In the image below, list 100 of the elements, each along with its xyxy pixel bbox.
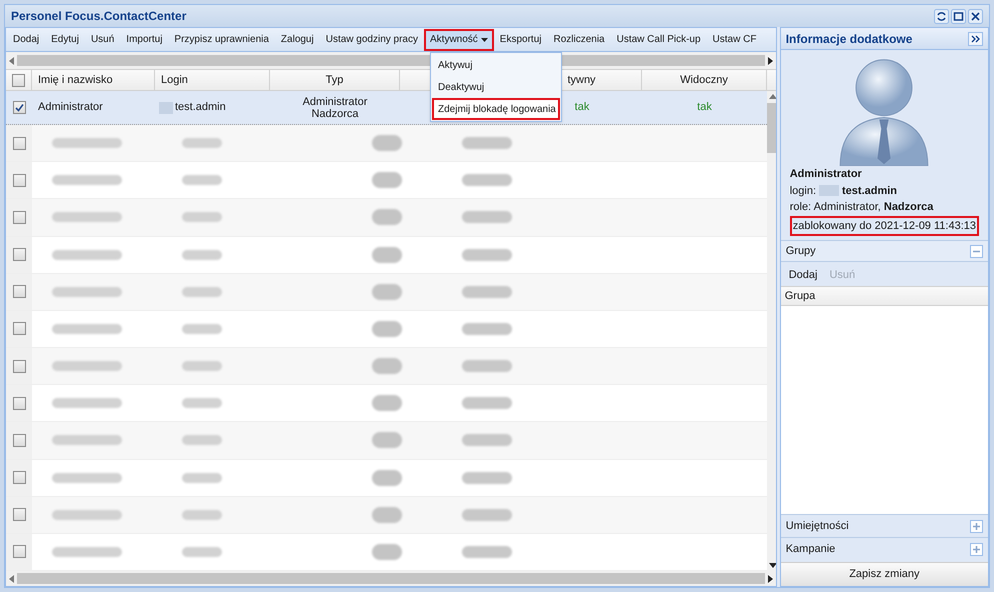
blurred-block (52, 398, 122, 408)
checkbox[interactable] (12, 360, 26, 373)
checkbox[interactable] (12, 285, 26, 298)
section-title: Kampanie (786, 542, 836, 557)
column-header[interactable]: Imię i nazwisko (38, 72, 113, 88)
scrollbar-thumb[interactable] (767, 103, 776, 153)
checkbox[interactable] (12, 471, 26, 484)
horizontal-scrollbar[interactable] (6, 571, 776, 586)
blurred-row[interactable] (6, 199, 767, 237)
toolbar-button[interactable]: Eksportuj (494, 28, 548, 50)
scrollbar-thumb[interactable] (17, 573, 765, 584)
column-header[interactable]: tywny (567, 72, 596, 88)
checkbox[interactable] (12, 508, 26, 522)
checkbox[interactable] (12, 101, 26, 114)
blurred-block (462, 472, 512, 484)
scroll-right-icon[interactable] (768, 56, 773, 64)
checkbox[interactable] (12, 545, 26, 558)
scroll-left-icon[interactable] (9, 574, 14, 582)
vertical-scrollbar[interactable] (767, 91, 776, 571)
checkbox[interactable] (12, 396, 26, 410)
blurred-row[interactable] (6, 460, 767, 497)
toggle-button[interactable] (970, 520, 983, 532)
blurred-block (372, 432, 402, 448)
scroll-right-icon[interactable] (768, 574, 773, 582)
toggle-button[interactable] (970, 244, 983, 258)
blurred-block (372, 544, 402, 560)
roles-text: role: Administrator, Nadzorca (790, 200, 934, 215)
table-cell-text: tak (697, 100, 712, 116)
blurred-row[interactable] (6, 496, 767, 534)
toolbar-button[interactable]: Zaloguj (274, 28, 320, 50)
toolbar-button[interactable]: Ustaw godziny pracy (320, 28, 424, 50)
table-cell-text: tak (574, 100, 590, 116)
blurred-block (372, 246, 402, 263)
blurred-block (372, 135, 402, 152)
column-header[interactable]: Widoczny (680, 72, 728, 88)
blurred-block (52, 286, 122, 297)
blurred-row[interactable] (6, 125, 767, 162)
collapse-panel-button[interactable] (968, 32, 983, 46)
double-chevron-icon (971, 34, 980, 42)
toolbar-button[interactable]: Usuń (84, 28, 120, 50)
checkbox[interactable] (12, 434, 26, 447)
blurred-block (52, 361, 122, 372)
blurred-block (372, 284, 402, 300)
blurred-block (372, 506, 402, 523)
refresh-icon[interactable] (934, 8, 949, 24)
toolbar-button[interactable]: Importuj (120, 28, 168, 50)
blurred-row[interactable] (6, 236, 767, 274)
blurred-block (372, 172, 402, 188)
login-label: login: (790, 184, 816, 198)
blurred-block (462, 322, 512, 335)
table-cell-text: test.admin (175, 100, 226, 116)
blurred-block (372, 470, 402, 486)
blurred-block (52, 250, 122, 260)
blurred-block (182, 250, 222, 260)
blurred-row[interactable] (6, 274, 767, 311)
toolbar-button[interactable]: Edytuj (45, 28, 85, 50)
toolbar-button[interactable]: Dodaj (7, 28, 46, 50)
blurred-block (372, 320, 402, 337)
checkbox[interactable] (12, 248, 26, 262)
checkbox[interactable] (12, 74, 25, 86)
menu-item[interactable]: Zdejmij blokadę logowania (432, 98, 560, 120)
blurred-block (372, 395, 402, 412)
blurred-block (462, 174, 512, 186)
toolbar-button[interactable]: Przypisz uprawnienia (168, 28, 275, 50)
scroll-down-icon[interactable] (769, 563, 776, 568)
toggle-button[interactable] (970, 542, 983, 556)
blurred-block (159, 102, 173, 114)
blurred-row[interactable] (6, 310, 767, 348)
blurred-row[interactable] (6, 348, 767, 386)
plus-icon (973, 546, 980, 552)
blurred-row[interactable] (6, 162, 767, 200)
blurred-row[interactable] (6, 422, 767, 460)
blurred-block (182, 398, 222, 408)
checkbox[interactable] (12, 174, 26, 187)
toolbar-button[interactable]: Aktywność (424, 28, 494, 50)
menu-item[interactable]: Aktywuj (432, 54, 560, 76)
panel-title: Informacje dodatkowe (786, 30, 912, 48)
close-icon[interactable] (968, 8, 983, 24)
blurred-block (462, 546, 512, 558)
blurred-block (182, 510, 222, 520)
checkbox[interactable] (12, 136, 26, 150)
column-header[interactable]: Typ (326, 72, 344, 88)
scroll-up-icon[interactable] (769, 94, 776, 99)
blurred-row[interactable] (6, 385, 767, 422)
blurred-block (182, 138, 222, 148)
scroll-left-icon[interactable] (9, 56, 14, 64)
checkbox[interactable] (12, 322, 26, 336)
group-button[interactable]: Dodaj (784, 265, 822, 285)
toolbar-button[interactable]: Ustaw CF (706, 28, 762, 50)
checkbox[interactable] (12, 210, 26, 224)
column-header[interactable]: Grupa (784, 288, 816, 304)
blurred-block (462, 248, 512, 261)
section-title: Grupy (786, 244, 816, 259)
column-header[interactable]: Login (161, 72, 188, 88)
blurred-block (182, 435, 222, 446)
toolbar-button[interactable]: Rozliczenia (547, 28, 611, 50)
save-button[interactable]: Zapisz zmiany (780, 562, 988, 586)
blurred-block (182, 286, 222, 297)
toolbar-button[interactable]: Ustaw Call Pick-up (610, 28, 707, 50)
maximize-icon[interactable] (951, 8, 966, 24)
